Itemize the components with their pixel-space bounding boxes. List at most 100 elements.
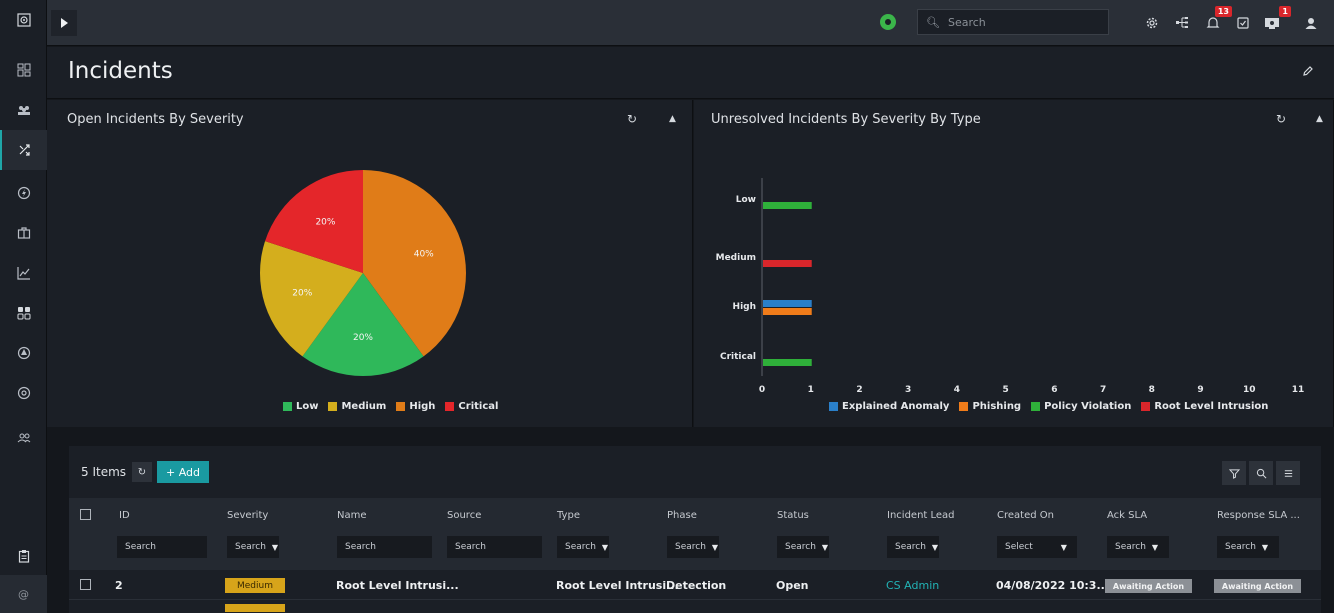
refresh-icon[interactable]: ↻ xyxy=(1276,112,1286,126)
legend-item[interactable]: High xyxy=(396,401,435,412)
filter-placeholder: Search xyxy=(1115,542,1146,552)
filter-button[interactable] xyxy=(1222,461,1246,485)
clipboard-icon[interactable] xyxy=(0,536,47,576)
column-label[interactable]: Response SLA ... xyxy=(1217,510,1300,521)
collapse-caret-icon[interactable]: ▲ xyxy=(669,114,676,124)
ack-sla-badge: Awaiting Action xyxy=(1105,579,1192,593)
bar-phishing[interactable] xyxy=(763,308,812,315)
add-button[interactable]: + Add xyxy=(157,461,209,483)
expand-sidebar-button[interactable] xyxy=(51,10,77,36)
column-filter-input[interactable]: Search xyxy=(337,536,432,558)
column-filter-input[interactable]: Search ▼ xyxy=(557,536,609,558)
column-filter-input[interactable]: Search xyxy=(117,536,207,558)
incidents-shuffle-icon[interactable] xyxy=(0,130,47,170)
bar-root-level-intrusion[interactable] xyxy=(763,260,812,267)
refresh-icon[interactable]: ↻ xyxy=(627,112,637,126)
global-search-input[interactable] xyxy=(947,15,1098,29)
panel-title: Unresolved Incidents By Severity By Type xyxy=(711,112,981,127)
play-triangle-icon xyxy=(61,18,68,28)
legend-item[interactable]: Critical xyxy=(445,401,498,412)
dashboard-icon[interactable] xyxy=(0,50,47,90)
legend-label: Phishing xyxy=(972,401,1022,412)
search-icon xyxy=(1256,468,1266,478)
refresh-button[interactable]: ↻ xyxy=(132,462,152,482)
pie-data-label: 40% xyxy=(414,249,434,259)
search-button[interactable] xyxy=(1249,461,1273,485)
filter-placeholder: Search xyxy=(565,542,596,552)
dropdown-caret-icon: ▼ xyxy=(711,542,719,552)
legend-swatch xyxy=(396,402,406,411)
column-filter-input[interactable]: Search xyxy=(447,536,542,558)
filter-placeholder: Search xyxy=(675,542,706,552)
cell-incident-lead-link[interactable]: CS Admin xyxy=(886,579,939,592)
legend-item[interactable]: Root Level Intrusion xyxy=(1141,401,1268,412)
users-group-icon[interactable] xyxy=(0,90,47,130)
bar-policy-violation[interactable] xyxy=(763,202,812,209)
connection-status-icon[interactable] xyxy=(880,14,896,30)
column-label[interactable]: Severity xyxy=(227,510,268,521)
edit-pencil-icon[interactable] xyxy=(1302,65,1314,81)
alerts-monitor-icon[interactable]: 1 xyxy=(1261,6,1291,34)
legend-item[interactable]: Policy Violation xyxy=(1031,401,1131,412)
automation-icon[interactable] xyxy=(0,333,47,373)
row-checkbox[interactable] xyxy=(80,579,91,590)
bar-legend: Explained Anomaly Phishing Policy Violatio… xyxy=(829,401,1268,412)
column-label[interactable]: Name xyxy=(337,510,367,521)
severity-pie-chart: 40% 20% 20% 20% xyxy=(260,170,466,376)
alerts-bolt-icon[interactable] xyxy=(0,173,47,213)
column-filter-input[interactable]: Search ▼ xyxy=(227,536,279,558)
column-label[interactable]: Source xyxy=(447,510,481,521)
column-label[interactable]: Phase xyxy=(667,510,697,521)
y-tick-label: Critical xyxy=(720,352,756,362)
column-label[interactable]: Created On xyxy=(997,510,1054,521)
column-menu-button[interactable] xyxy=(1276,461,1300,485)
column-filter-input[interactable]: Search ▼ xyxy=(1217,536,1279,558)
apps-grid-icon[interactable] xyxy=(0,293,47,333)
legend-item[interactable]: Phishing xyxy=(959,401,1021,412)
legend-item[interactable]: Medium xyxy=(328,401,386,412)
bar-explained-anomaly[interactable] xyxy=(763,300,812,307)
cell-name[interactable]: Root Level Intrusi... xyxy=(336,579,459,592)
logo-icon[interactable] xyxy=(0,0,47,40)
analytics-chart-icon[interactable] xyxy=(0,253,47,293)
column-label[interactable]: Ack SLA xyxy=(1107,510,1147,521)
table-header: ID Search Severity Search ▼ Name Search Source S… xyxy=(69,498,1321,570)
column-filter-input[interactable]: Search ▼ xyxy=(1107,536,1169,558)
user-profile-icon[interactable] xyxy=(1300,12,1322,34)
column-label[interactable]: Type xyxy=(557,510,580,521)
settings-gear-icon[interactable] xyxy=(1141,12,1163,34)
x-tick-label: 3 xyxy=(905,385,911,395)
column-label[interactable]: Incident Lead xyxy=(887,510,955,521)
notifications-bell-icon[interactable]: 13 xyxy=(1202,6,1232,34)
column-filter-input[interactable]: Select ▼ xyxy=(997,536,1077,558)
x-tick-label: 6 xyxy=(1051,385,1057,395)
workflow-tree-icon[interactable] xyxy=(1171,12,1193,34)
team-icon[interactable] xyxy=(0,418,47,458)
filter-placeholder: Search xyxy=(235,542,266,552)
column-label[interactable]: Status xyxy=(777,510,809,521)
open-incidents-panel: Open Incidents By Severity ↻ ▲ 40% 20% 20%… xyxy=(47,100,693,427)
bar-policy-violation[interactable] xyxy=(763,359,812,366)
alert-count-badge: 1 xyxy=(1279,6,1291,17)
severity-type-bar-chart: Low Medium High Critical 0 1 2 3 4 5 6 7 8 9 10 11 xyxy=(716,178,1305,395)
column-filter-input[interactable]: Search ▼ xyxy=(777,536,829,558)
filter-placeholder: Search xyxy=(455,542,486,552)
select-all-checkbox[interactable] xyxy=(80,509,91,520)
tasks-checkbox-icon[interactable] xyxy=(1232,12,1254,34)
legend-item[interactable]: Low xyxy=(283,401,318,412)
collapse-caret-icon[interactable]: ▲ xyxy=(1316,114,1323,124)
column-filter-input[interactable]: Search ▼ xyxy=(667,536,719,558)
table-row[interactable]: 2 Medium Root Level Intrusi... Root Leve… xyxy=(69,570,1321,600)
filter-placeholder: Search xyxy=(785,542,816,552)
column-filter-input[interactable]: Search ▼ xyxy=(887,536,939,558)
x-tick-label: 11 xyxy=(1292,385,1305,395)
assets-icon[interactable] xyxy=(0,213,47,253)
integrations-icon[interactable] xyxy=(0,373,47,413)
global-search-field[interactable]: 🔍︎ xyxy=(917,9,1109,35)
legend-label: Explained Anomaly xyxy=(842,401,950,412)
filter-placeholder: Search xyxy=(1225,542,1256,552)
x-tick-label: 7 xyxy=(1100,385,1106,395)
column-label[interactable]: ID xyxy=(119,510,130,521)
legend-item[interactable]: Explained Anomaly xyxy=(829,401,949,412)
items-count: 5 Items xyxy=(81,465,127,479)
